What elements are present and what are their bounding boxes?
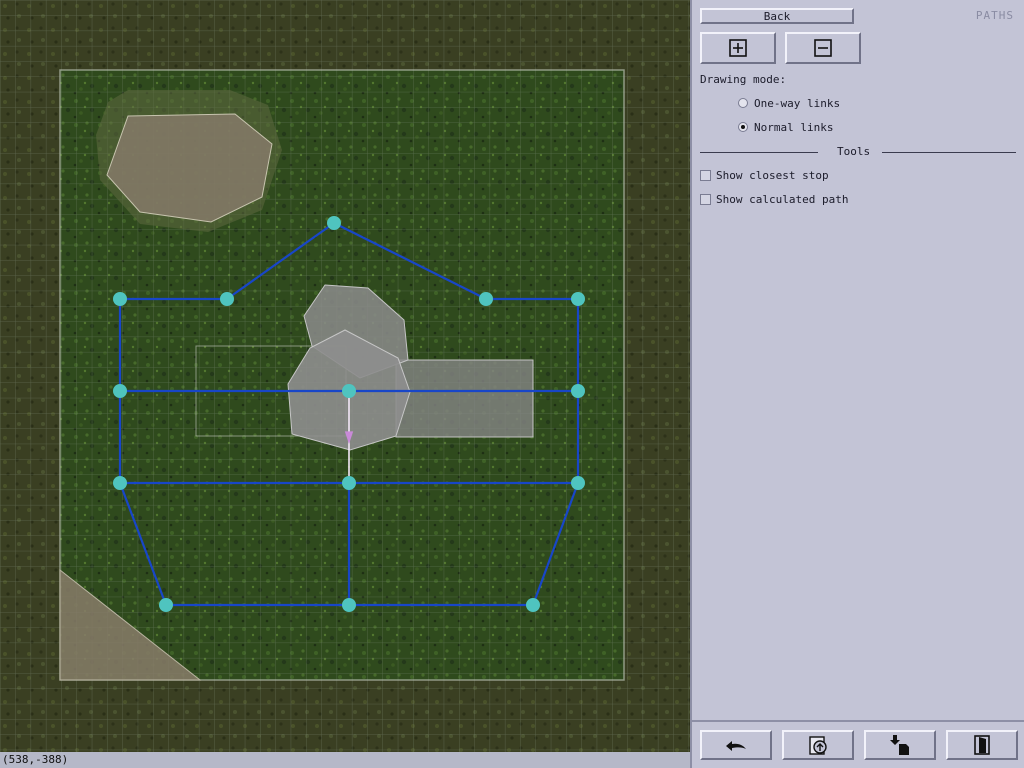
cursor-coordinates: (538,-388) [2, 753, 69, 766]
plus-square-icon [729, 39, 747, 57]
tools-header: Tools [837, 145, 871, 158]
show-calculated-path-checkbox[interactable] [700, 194, 711, 205]
minus-square-icon [814, 39, 832, 57]
exit-button[interactable] [946, 730, 1018, 760]
path-node[interactable] [571, 384, 585, 398]
save-download-icon [890, 735, 909, 755]
path-node[interactable] [479, 292, 493, 306]
undo-arrow-icon [726, 741, 746, 751]
path-node[interactable] [113, 384, 127, 398]
path-node[interactable] [159, 598, 173, 612]
load-button[interactable] [782, 730, 854, 760]
map-viewport[interactable] [0, 0, 690, 752]
tools-panel: Back PATHS Drawing mode: One-way links N… [690, 0, 1024, 768]
exit-door-icon [974, 735, 990, 755]
load-file-icon [809, 736, 827, 755]
zoom-in-button[interactable] [700, 32, 776, 64]
normal-links-label[interactable]: Normal links [754, 121, 833, 134]
rock-slab [395, 359, 534, 438]
show-closest-stop-checkbox[interactable] [700, 170, 711, 181]
path-node[interactable] [113, 476, 127, 490]
path-node[interactable] [342, 384, 356, 398]
save-button[interactable] [864, 730, 936, 760]
show-closest-stop-label[interactable]: Show closest stop [716, 169, 829, 182]
path-node[interactable] [113, 292, 127, 306]
path-node[interactable] [327, 216, 341, 230]
undo-button[interactable] [700, 730, 772, 760]
tools-divider-left [700, 152, 818, 153]
one-way-links-label[interactable]: One-way links [754, 97, 840, 110]
zoom-out-button[interactable] [785, 32, 861, 64]
path-node[interactable] [342, 476, 356, 490]
normal-links-radio[interactable] [738, 122, 748, 132]
map-canvas[interactable] [0, 0, 690, 752]
panel-title: PATHS [975, 9, 1014, 22]
drawing-mode-label: Drawing mode: [700, 73, 787, 86]
path-node[interactable] [526, 598, 540, 612]
path-node[interactable] [571, 476, 585, 490]
one-way-links-radio[interactable] [738, 98, 748, 108]
tools-divider-right [882, 152, 1016, 153]
bottom-toolbar [692, 720, 1024, 768]
show-calculated-path-label[interactable]: Show calculated path [716, 193, 848, 206]
back-button-label: Back [763, 9, 791, 23]
status-bar: (538,-388) [0, 752, 690, 768]
path-node[interactable] [342, 598, 356, 612]
path-node[interactable] [571, 292, 585, 306]
back-button[interactable]: Back [700, 8, 854, 24]
path-node[interactable] [220, 292, 234, 306]
